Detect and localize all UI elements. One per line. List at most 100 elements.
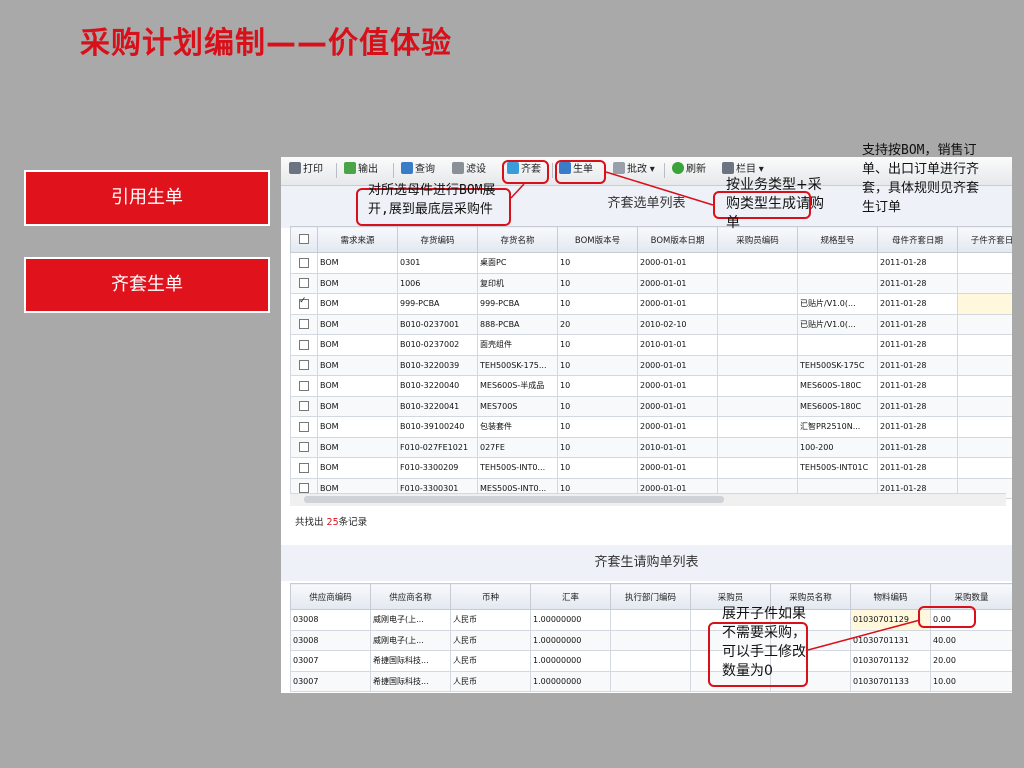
refresh-button[interactable]: 刷新 (672, 162, 706, 178)
rules-note: 支持按BOM，销售订单、出口订单进行齐套，具体规则见齐套生订单 (862, 143, 980, 215)
checkbox[interactable] (299, 278, 309, 289)
row-checkbox[interactable] (290, 436, 318, 458)
cell-bom-date: 2000-01-01 (637, 272, 718, 294)
checkbox[interactable] (299, 421, 309, 432)
row-checkbox[interactable] (290, 354, 318, 376)
column-header[interactable]: 汇率 (530, 583, 611, 610)
table-row[interactable]: BOM B010-39100240 包装套件 10 2000-01-01 汇智PR2510… (290, 416, 1012, 438)
table-row[interactable]: 03007 希捷国际科技... 人民币 1.00000000 01030701133 10… (290, 670, 1012, 692)
cell-buyer-code (717, 354, 798, 376)
cell-kit-date: 2011-01-28 (877, 375, 958, 397)
table-row[interactable]: 03007 希捷国际科技... 人民币 1.00000000 01030701132 20… (290, 650, 1012, 672)
batch-edit-button[interactable]: 批改 ▾ (613, 162, 655, 178)
row-checkbox[interactable] (290, 457, 318, 479)
row-checkbox[interactable] (290, 252, 318, 274)
export-button[interactable]: 输出 (344, 162, 378, 178)
table-row[interactable]: BOM B010-0237001 888-PCBA 20 2010-02-10 已贴片/V… (290, 313, 1012, 335)
column-header[interactable]: 物料编码 (850, 583, 931, 610)
cell-vendor-code: 03007 (290, 650, 371, 672)
cell-quantity[interactable]: 10.00 (930, 670, 1012, 692)
row-checkbox[interactable] (290, 375, 318, 397)
cell-buyer-code (717, 334, 798, 356)
checkbox[interactable] (299, 483, 309, 494)
select-all-checkbox[interactable] (290, 226, 318, 253)
cell-child-kit-date (957, 272, 1012, 294)
export-icon (344, 162, 356, 174)
table-row[interactable]: BOM B010-3220039 TEH500SK-175... 10 2000-01-… (290, 354, 1012, 376)
cell-quantity[interactable]: 40.00 (930, 629, 1012, 651)
cell-source: BOM (317, 272, 398, 294)
generate-note: 按业务类型+采购类型生成请购单 (726, 177, 824, 231)
cell-kit-date: 2011-01-28 (877, 252, 958, 274)
column-header[interactable]: 存货名称 (477, 226, 558, 253)
checkbox[interactable] (299, 401, 309, 412)
column-header[interactable]: 币种 (450, 583, 531, 610)
cell-name: 888-PCBA (477, 313, 558, 335)
checkbox[interactable] (299, 296, 309, 309)
checkbox[interactable] (299, 360, 309, 371)
nav-button-reference[interactable]: 引用生单 (24, 170, 270, 226)
column-header[interactable]: 存货编码 (397, 226, 478, 253)
row-checkbox[interactable] (290, 395, 318, 417)
table-row[interactable]: BOM B010-0237002 面壳组件 10 2010-01-01 2011-01-2… (290, 334, 1012, 356)
cell-buyer-code (717, 272, 798, 294)
table-row[interactable]: BOM B010-3220041 MES700S 10 2000-01-01 MES600… (290, 395, 1012, 417)
table-row[interactable]: BOM F010-027FE1021 027FE 10 2010-01-01 100-20… (290, 436, 1012, 458)
checkbox[interactable] (299, 442, 309, 453)
cell-spec: 已贴片/V1.0(... (797, 313, 878, 335)
checkbox[interactable] (299, 462, 309, 473)
checkbox[interactable] (299, 257, 309, 268)
cell-child-kit-date (957, 416, 1012, 438)
table-row[interactable]: 03008 威刚电子(上... 人民币 1.00000000 01030701129 0.… (290, 609, 1012, 631)
cell-currency: 人民币 (450, 650, 531, 672)
cell-bom-date: 2000-01-01 (637, 252, 718, 274)
cell-bom-date: 2000-01-01 (637, 354, 718, 376)
row-checkbox[interactable] (290, 313, 318, 335)
row-checkbox[interactable] (290, 334, 318, 356)
table-row[interactable]: BOM 1006 复印机 10 2000-01-01 2011-01-28 (290, 272, 1012, 294)
column-header[interactable]: 供应商编码 (290, 583, 371, 610)
row-checkbox[interactable] (290, 272, 318, 294)
cell-rate: 1.00000000 (530, 650, 611, 672)
row-checkbox[interactable] (290, 416, 318, 438)
column-header[interactable]: 需求来源 (317, 226, 398, 253)
cell-vendor-code: 03007 (290, 670, 371, 692)
checkbox[interactable] (299, 319, 309, 330)
cell-kit-date: 2011-01-28 (877, 395, 958, 417)
checkbox[interactable] (299, 339, 309, 350)
cell-bom-date: 2000-01-01 (637, 293, 718, 315)
column-header[interactable]: 子件齐套日 (957, 226, 1012, 253)
table-row[interactable]: BOM 0301 桌面PC 10 2000-01-01 2011-01-28 (290, 252, 1012, 274)
cell-kit-date: 2011-01-28 (877, 416, 958, 438)
table-row[interactable]: 03008 威刚电子(上... 人民币 1.00000000 01030701131 40… (290, 629, 1012, 651)
print-button[interactable]: 打印 (289, 162, 323, 178)
cell-source: BOM (317, 416, 398, 438)
checkbox[interactable] (299, 380, 309, 391)
filter-button[interactable]: 滤设 (452, 162, 486, 178)
table-row[interactable]: BOM F010-3300209 TEH500S-INT0... 10 2000-01-… (290, 457, 1012, 479)
cell-kit-date: 2011-01-28 (877, 334, 958, 356)
column-header[interactable]: 母件齐套日期 (877, 226, 958, 253)
horizontal-scrollbar[interactable] (290, 493, 1006, 506)
cell-dept-code (610, 650, 691, 672)
edit-icon (613, 162, 625, 174)
cell-code: F010-3300209 (397, 457, 478, 479)
cell-source: BOM (317, 293, 398, 315)
table-row[interactable]: BOM B010-3220040 MES600S-半成品 10 2000-01-01 ME… (290, 375, 1012, 397)
table-row[interactable]: BOM999-PCBA999-PCBA102000-01-01已贴片/V1.0(… (290, 293, 1012, 315)
column-header[interactable]: BOM版本号 (557, 226, 638, 253)
app-window: 打印 输出 查询 滤设 齐套 生单 批改 ▾ 刷新 栏目 ▾ 齐套选单列表 需求… (281, 157, 1012, 693)
cell-code: B010-3220041 (397, 395, 478, 417)
nav-button-kit[interactable]: 齐套生单 (24, 257, 270, 313)
cell-buyer-code (717, 313, 798, 335)
column-header[interactable]: BOM版本日期 (637, 226, 718, 253)
query-button[interactable]: 查询 (401, 162, 435, 178)
cell-bom-date: 2000-01-01 (637, 416, 718, 438)
column-header[interactable]: 供应商名称 (370, 583, 451, 610)
cell-spec: 汇智PR2510N... (797, 416, 878, 438)
column-header[interactable]: 执行部门编码 (610, 583, 691, 610)
row-checkbox[interactable] (290, 293, 318, 315)
cell-quantity[interactable]: 20.00 (930, 650, 1012, 672)
cell-bom-date: 2010-02-10 (637, 313, 718, 335)
po-list-header-row: 供应商编码 供应商名称 币种 汇率 执行部门编码 采购员 采购员名称 物料编码 … (290, 583, 1012, 610)
